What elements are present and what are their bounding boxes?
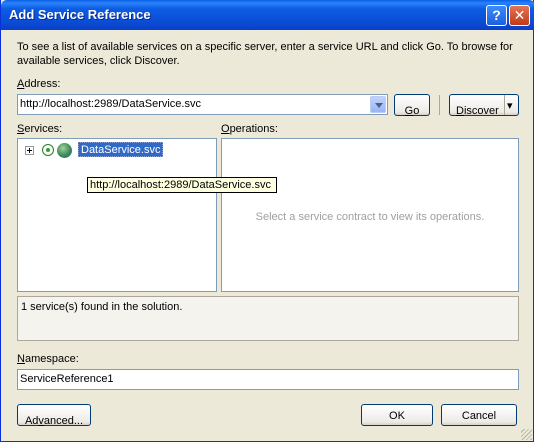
discover-button[interactable]: Discover (456, 100, 499, 117)
service-url-tooltip: http://localhost:2989/DataService.svc (87, 177, 277, 193)
address-dropdown-arrow-icon[interactable] (370, 96, 386, 113)
service-status-icon (42, 144, 54, 156)
help-button[interactable]: ? (486, 5, 507, 26)
services-tree[interactable]: DataService.svc (17, 138, 217, 292)
namespace-value[interactable]: ServiceReference1 (20, 373, 114, 385)
services-label: Services: (17, 123, 63, 135)
namespace-input[interactable]: ServiceReference1 (17, 369, 519, 390)
add-service-reference-dialog: Add Service Reference ? ✕ To see a list … (0, 0, 534, 442)
namespace-label: Namespace: (17, 353, 79, 365)
expand-plus-icon[interactable] (25, 146, 34, 155)
address-combobox[interactable]: http://localhost:2989/DataService.svc (17, 94, 388, 115)
status-text: 1 service(s) found in the solution. (21, 301, 183, 313)
address-value[interactable]: http://localhost:2989/DataService.svc (20, 98, 201, 110)
operations-label: Operations: (221, 123, 278, 135)
cancel-button[interactable]: Cancel (441, 404, 517, 426)
operations-placeholder: Select a service contract to view its op… (255, 211, 485, 223)
title-bar: Add Service Reference ? ✕ (1, 0, 534, 30)
separator (439, 95, 440, 115)
close-button[interactable]: ✕ (509, 5, 530, 26)
resize-grip-icon[interactable] (521, 429, 532, 440)
address-label: Address: (17, 78, 61, 90)
instructions-text: To see a list of available services on a… (17, 41, 513, 67)
split-divider (504, 95, 505, 115)
ok-button[interactable]: OK (361, 404, 433, 426)
status-box: 1 service(s) found in the solution. (17, 296, 519, 341)
advanced-button[interactable]: Advanced... (17, 404, 91, 427)
go-button[interactable]: Go (394, 94, 430, 117)
globe-service-icon (57, 143, 72, 158)
service-name[interactable]: DataService.svc (78, 142, 164, 157)
operations-list[interactable]: Select a service contract to view its op… (221, 138, 519, 292)
dialog-title: Add Service Reference (9, 7, 151, 22)
discover-split-button[interactable]: Discover ▾ (449, 94, 519, 117)
discover-dropdown-arrow-icon[interactable]: ▾ (507, 99, 513, 112)
